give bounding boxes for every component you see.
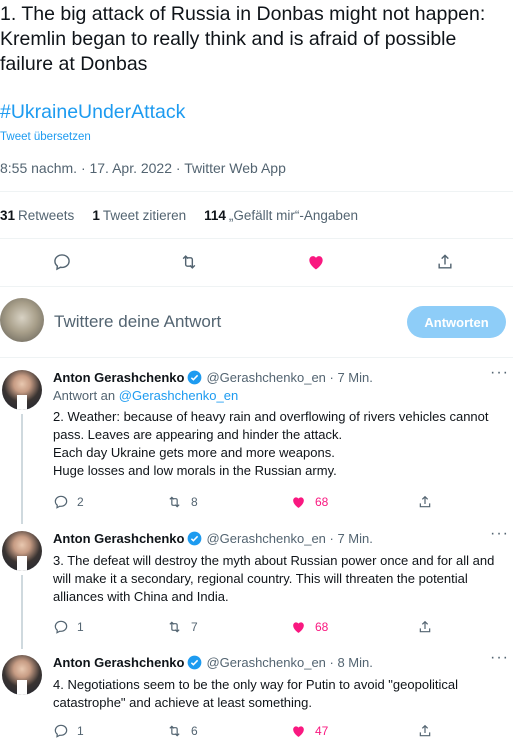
retweet-count[interactable]: 8	[166, 494, 198, 510]
author-handle[interactable]: @Gerashchenko_en · 8 Min.	[206, 655, 372, 670]
user-avatar[interactable]	[0, 298, 44, 342]
share-icon[interactable]	[417, 619, 433, 635]
quotes-stat[interactable]: 1 Tweet zitieren	[92, 208, 186, 223]
reply-count[interactable]: 1	[53, 619, 84, 635]
avatar[interactable]	[2, 531, 42, 571]
share-icon[interactable]	[417, 723, 433, 739]
like-icon	[293, 726, 304, 737]
retweet-icon	[169, 725, 180, 737]
like-icon	[293, 622, 304, 633]
reply-text: 2. Weather: because of heavy rain and ov…	[53, 409, 489, 478]
divider	[0, 238, 513, 239]
retweet-icon[interactable]	[175, 248, 203, 276]
divider	[0, 191, 513, 192]
tweet-text: 1. The big attack of Russia in Donbas mi…	[0, 3, 486, 75]
compose-reply: Twittere deine Antwort Antworten	[0, 296, 513, 348]
replying-to-link[interactable]: @Gerashchenko_en	[119, 388, 238, 403]
reply-actions: 2 8 68	[53, 494, 453, 514]
thread-line	[21, 414, 23, 524]
reply-icon	[54, 495, 68, 509]
reply-header: Anton Gerashchenko @Gerashchenko_en · 8 …	[53, 655, 373, 670]
more-options-icon[interactable]: ···	[490, 649, 509, 667]
tweet-actions	[0, 248, 513, 276]
translate-tweet-link[interactable]: Tweet übersetzen	[0, 131, 91, 143]
author-name[interactable]: Anton Gerashchenko	[53, 655, 184, 670]
share-icon[interactable]	[417, 494, 433, 510]
reply-header: Anton Gerashchenko @Gerashchenko_en · 7 …	[53, 370, 373, 385]
retweet-icon	[169, 496, 180, 508]
likes-stat[interactable]: 114 „Gefällt mir“-Angaben	[204, 208, 358, 223]
like-count[interactable]: 68	[290, 494, 328, 510]
like-icon[interactable]	[302, 248, 330, 276]
more-options-icon[interactable]: ···	[490, 364, 509, 382]
reply-text: 3. The defeat will destroy the myth abou…	[53, 553, 495, 604]
reply-icon	[54, 620, 68, 634]
reply-text: 4. Negotiations seem to be the only way …	[53, 677, 458, 710]
author-name[interactable]: Anton Gerashchenko	[53, 531, 184, 546]
like-count[interactable]: 47	[290, 723, 328, 739]
verified-badge-icon	[188, 370, 202, 385]
divider	[0, 286, 513, 287]
thread-line	[21, 575, 23, 649]
retweet-icon	[169, 621, 180, 633]
reply-count[interactable]: 1	[53, 723, 84, 739]
author-handle[interactable]: @Gerashchenko_en · 7 Min.	[206, 531, 372, 546]
author-name[interactable]: Anton Gerashchenko	[53, 370, 184, 385]
hashtag-link[interactable]: #UkraineUnderAttack	[0, 101, 185, 124]
reply-actions: 1 6 47	[53, 723, 453, 743]
more-options-icon[interactable]: ···	[490, 525, 509, 543]
avatar[interactable]	[2, 370, 42, 410]
like-count[interactable]: 68	[290, 619, 328, 635]
verified-badge-icon	[188, 531, 202, 546]
reply-count[interactable]: 2	[53, 494, 84, 510]
tweet-stats: 31 Retweets 1 Tweet zitieren 114 „Gefällt m…	[0, 208, 358, 223]
retweet-count[interactable]: 6	[166, 723, 198, 739]
avatar[interactable]	[2, 655, 42, 695]
reply-button[interactable]: Antworten	[407, 306, 506, 338]
divider	[0, 357, 513, 358]
reply-icon	[54, 724, 68, 738]
verified-badge-icon	[188, 655, 202, 670]
share-icon[interactable]	[431, 248, 459, 276]
reply-header: Anton Gerashchenko @Gerashchenko_en · 7 …	[53, 531, 373, 546]
like-icon	[293, 497, 304, 508]
author-handle[interactable]: @Gerashchenko_en · 7 Min.	[206, 370, 372, 385]
reply-icon[interactable]	[48, 248, 76, 276]
tweet-timestamp[interactable]: 8:55 nachm. · 17. Apr. 2022 · Twitter We…	[0, 160, 286, 176]
reply-actions: 1 7 68	[53, 619, 453, 639]
replying-to: Antwort an @Gerashchenko_en	[53, 388, 239, 403]
reply-input[interactable]: Twittere deine Antwort	[54, 312, 221, 332]
retweets-stat[interactable]: 31 Retweets	[0, 208, 74, 223]
retweet-count[interactable]: 7	[166, 619, 198, 635]
